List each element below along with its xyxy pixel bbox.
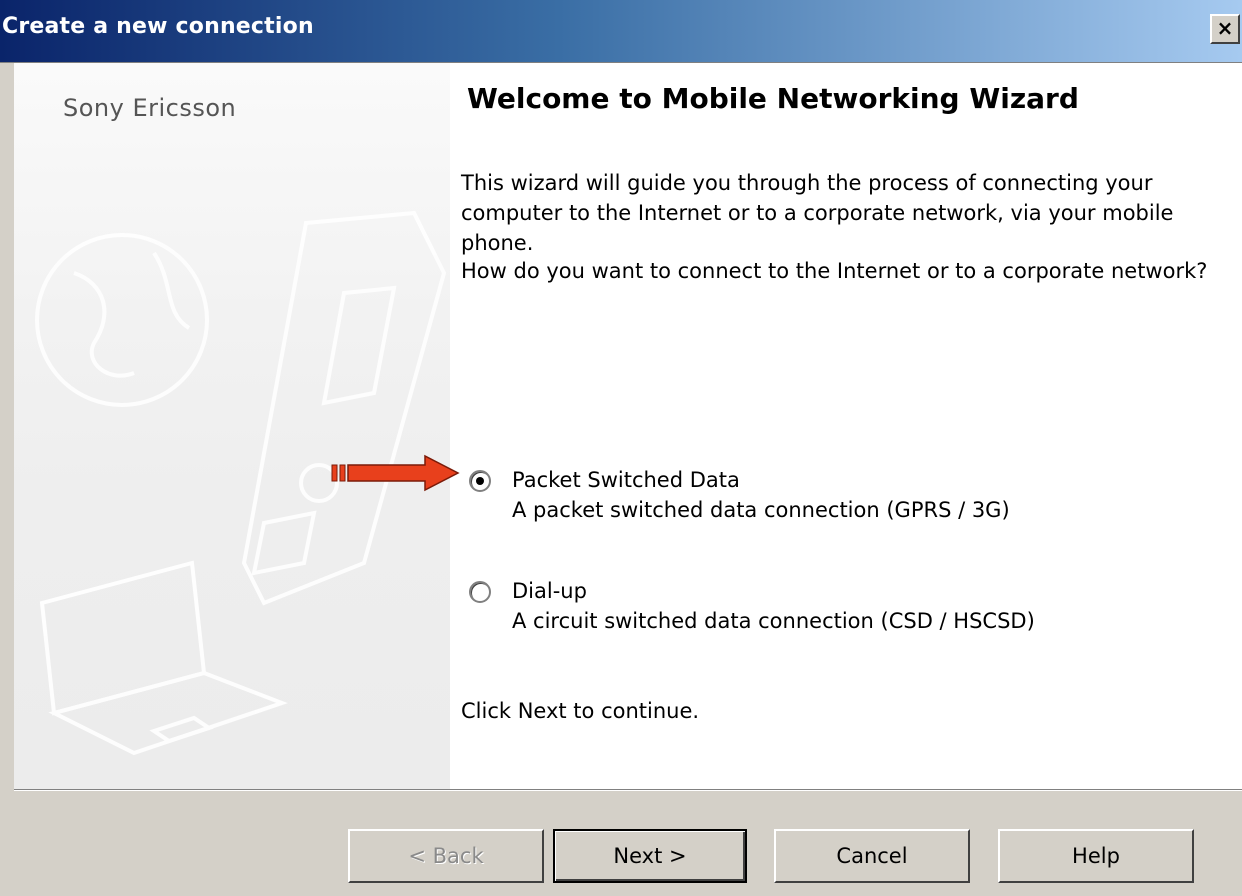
question-text: How do you want to connect to the Intern…	[461, 259, 1208, 283]
main-panel: Welcome to Mobile Networking Wizard This…	[460, 63, 1230, 789]
continue-text: Click Next to continue.	[461, 699, 700, 723]
option-label[interactable]: Packet Switched Data	[512, 465, 740, 495]
phone-icon	[241, 210, 447, 606]
red-arrow-icon	[331, 454, 460, 492]
intro-text: This wizard will guide you through the p…	[461, 171, 1174, 255]
page-title: Welcome to Mobile Networking Wizard	[467, 82, 1079, 115]
side-panel: Sony Ericsson	[14, 63, 450, 789]
laptop-icon	[39, 560, 288, 756]
help-button[interactable]: Help	[998, 829, 1194, 883]
close-button[interactable]: ×	[1210, 14, 1240, 44]
window-title: Create a new connection	[2, 14, 314, 39]
radio-dial-up[interactable]	[469, 581, 491, 603]
next-button[interactable]: Next >	[553, 829, 747, 883]
side-illustration	[35, 210, 447, 756]
button-bar: < Back Next > Cancel Help	[14, 791, 1242, 896]
radio-packet-switched[interactable]	[469, 470, 491, 492]
option-label[interactable]: Dial-up	[512, 576, 587, 606]
option-description: A circuit switched data connection (CSD …	[512, 609, 1035, 633]
wizard-window: Create a new connection × Sony Ericsson …	[0, 0, 1242, 896]
back-button[interactable]: < Back	[348, 829, 544, 883]
cancel-button[interactable]: Cancel	[774, 829, 970, 883]
globe-icon	[35, 233, 209, 407]
brand-logo: Sony Ericsson	[63, 94, 237, 122]
wizard-content: Sony Ericsson Welcome to Mobile Networki…	[14, 63, 1242, 789]
radio-selected-dot	[476, 477, 484, 485]
close-icon: ×	[1216, 16, 1234, 40]
window-frame-left	[0, 63, 14, 896]
title-bar[interactable]: Create a new connection ×	[0, 0, 1242, 63]
option-description: A packet switched data connection (GPRS …	[512, 498, 1010, 522]
